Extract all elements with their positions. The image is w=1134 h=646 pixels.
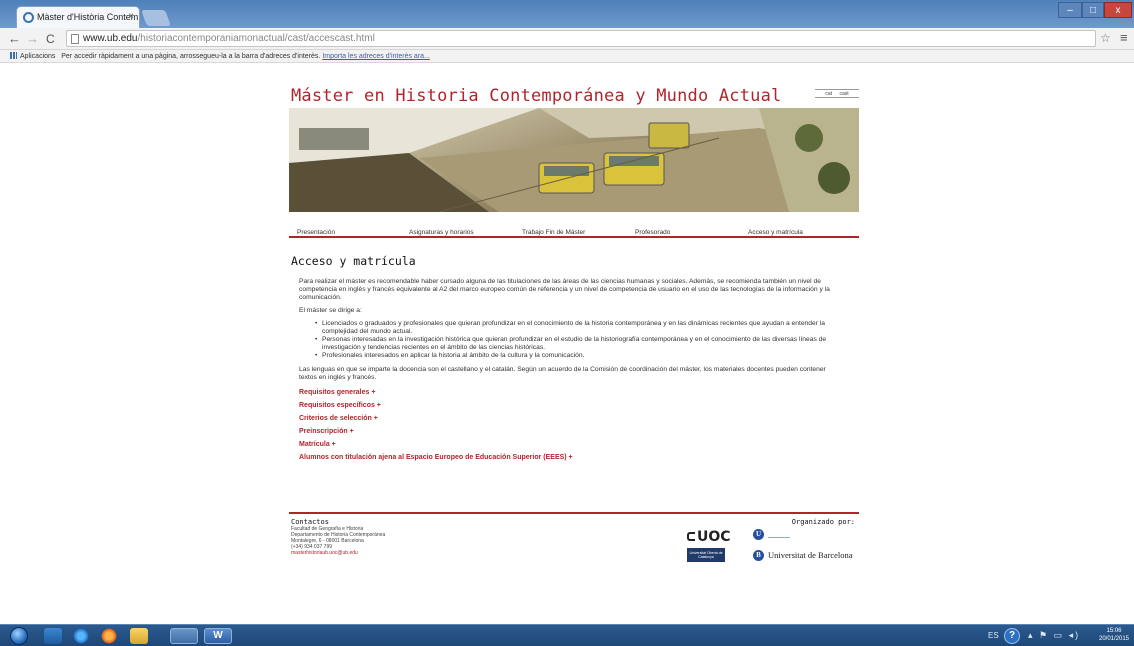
help-icon[interactable]: ? — [1004, 628, 1020, 644]
intro-paragraph: Para realizar el máster es recomendable … — [299, 278, 830, 301]
tab-favicon-icon — [23, 12, 34, 23]
ub-u-badge-icon: U — [753, 529, 764, 540]
organized-by-label: Organizado por: — [791, 518, 855, 526]
list-item: Personas interesadas en la investigación… — [315, 336, 845, 352]
ub-b-badge-icon: B — [753, 550, 764, 561]
uoc-mark-icon — [687, 532, 695, 541]
list-item: Licenciados o graduados y profesionales … — [315, 320, 845, 336]
uoc-subtitle: Universitat Oberta de Catalunya — [687, 548, 725, 562]
start-button[interactable] — [10, 627, 28, 645]
browser-toolbar: ← → C www.ub.edu/historiacontemporaniamo… — [0, 28, 1134, 50]
requisitos-generales-link[interactable]: Requisitos generales + — [299, 386, 859, 399]
header-banner-image — [289, 108, 859, 212]
list-item: Profesionales interesados en aplicar la … — [315, 352, 845, 360]
bookmark-star-icon[interactable]: ☆ — [1100, 31, 1111, 45]
preinscripcion-link[interactable]: Preinscripción + — [299, 425, 859, 438]
word-icon[interactable]: W — [204, 628, 232, 644]
tab-close-icon[interactable]: × — [128, 11, 134, 22]
chrome-icon[interactable] — [170, 628, 198, 644]
internet-explorer-icon[interactable] — [72, 628, 90, 644]
maximize-button[interactable]: □ — [1082, 2, 1104, 18]
browser-titlebar: Màster d'Història Contem × – □ x — [0, 0, 1134, 28]
lang-cast-link[interactable]: cast — [839, 91, 848, 97]
contact-details: Facultad de Geografía e Historia Departa… — [291, 526, 385, 556]
apps-label[interactable]: Aplicacions — [20, 53, 55, 60]
url-path: /historiacontemporaniamonactual/cast/acc… — [137, 33, 375, 44]
page-footer: Contactos Facultad de Geografía e Histor… — [289, 512, 859, 582]
import-bookmarks-link[interactable]: Importa les adreces d'interès ara... — [322, 53, 430, 60]
clock-date: 20/01/2015 — [1098, 636, 1130, 642]
apps-icon[interactable] — [10, 52, 17, 59]
audience-intro: El máster se dirige a: — [299, 307, 362, 314]
ub-name: Universitat de Barcelona — [768, 550, 853, 560]
criterios-seleccion-link[interactable]: Criterios de selección + — [299, 412, 859, 425]
taskbar-clock[interactable]: 15:06 20/01/2015 — [1096, 627, 1132, 643]
banner-tree-1 — [795, 124, 823, 152]
windows-taskbar: W ES ? ▴ ⚑ ▭ ◂) 15:06 20/01/2015 — [0, 624, 1134, 646]
back-arrow-icon[interactable]: ← — [8, 31, 21, 47]
nav-item-acceso-matricula[interactable]: Acceso y matrícula — [748, 229, 803, 236]
nav-item-presentacion[interactable]: Presentación — [297, 229, 335, 236]
site-title[interactable]: Máster en Historia Contemporánea y Mundo… — [291, 86, 781, 106]
nav-item-profesorado[interactable]: Profesorado — [635, 229, 670, 236]
url-domain: www.ub.edu — [83, 33, 138, 44]
banner-building — [299, 128, 369, 150]
nav-item-asignaturas[interactable]: Asignaturas y horarios — [409, 229, 474, 236]
banner-tree-2 — [818, 162, 850, 194]
uoc-wordmark: UOC — [697, 529, 731, 545]
input-language-indicator[interactable]: ES — [988, 631, 999, 640]
firefox-icon[interactable] — [100, 628, 118, 644]
bookmarks-hint: Per accedir ràpidament a una pàgina, arr… — [61, 53, 321, 60]
address-bar[interactable]: www.ub.edu/historiacontemporaniamonactua… — [66, 30, 1096, 47]
banner-illustration — [289, 108, 859, 212]
forward-arrow-icon[interactable]: → — [26, 31, 39, 47]
banner-tram-3 — [648, 122, 690, 149]
matricula-link[interactable]: Matrícula + — [299, 438, 859, 451]
uoc-logo[interactable]: UOC Universitat Oberta de Catalunya — [687, 529, 749, 569]
audience-list: Licenciados o graduados y profesionales … — [315, 320, 845, 360]
alumnos-eees-link[interactable]: Alumnos con titulación ajena al Espacio … — [299, 451, 859, 464]
banner-tram-2-windows — [609, 156, 659, 166]
browser-tab[interactable]: Màster d'Història Contem × — [16, 6, 140, 28]
contact-email-link[interactable]: masterhistoriaub.uoc@ub.edu — [291, 550, 385, 556]
reload-icon[interactable]: C — [46, 31, 55, 47]
new-tab-button[interactable] — [141, 10, 171, 26]
nav-item-trabajo-fin-master[interactable]: Trabajo Fin de Máster — [522, 229, 585, 236]
minimize-button[interactable]: – — [1058, 2, 1082, 18]
main-navigation: Presentación Asignaturas y horarios Trab… — [289, 225, 859, 238]
contact-heading: Contactos — [291, 518, 329, 526]
ub-signature-mark — [768, 532, 790, 538]
clock-time: 15:06 — [1106, 628, 1122, 634]
lang-cat-link[interactable]: cat — [825, 91, 832, 97]
file-explorer-icon[interactable] — [130, 628, 148, 644]
page-icon — [71, 34, 79, 44]
main-content: Acceso y matrícula Para realizar el mást… — [289, 254, 859, 464]
close-window-button[interactable]: x — [1104, 2, 1132, 18]
language-switcher: cat cast — [815, 89, 859, 98]
page-title: Acceso y matrícula — [291, 254, 416, 268]
site-header: Máster en Historia Contemporánea y Mundo… — [289, 84, 859, 108]
tab-title: Màster d'Història Contem — [37, 12, 139, 22]
page-container: Máster en Historia Contemporánea y Mundo… — [289, 84, 859, 562]
languages-paragraph: Las lenguas en que se imparte la docenci… — [299, 366, 826, 381]
ub-logo[interactable]: U B Universitat de Barcelona — [753, 529, 863, 569]
system-tray-icons[interactable]: ▴ ⚑ ▭ ◂) — [1028, 630, 1080, 641]
menu-icon[interactable]: ≡ — [1120, 30, 1128, 45]
media-player-icon[interactable] — [44, 628, 62, 644]
bookmarks-bar: Aplicacions Per accedir ràpidament a una… — [0, 50, 1134, 63]
requisitos-especificos-link[interactable]: Requisitos específicos + — [299, 399, 859, 412]
